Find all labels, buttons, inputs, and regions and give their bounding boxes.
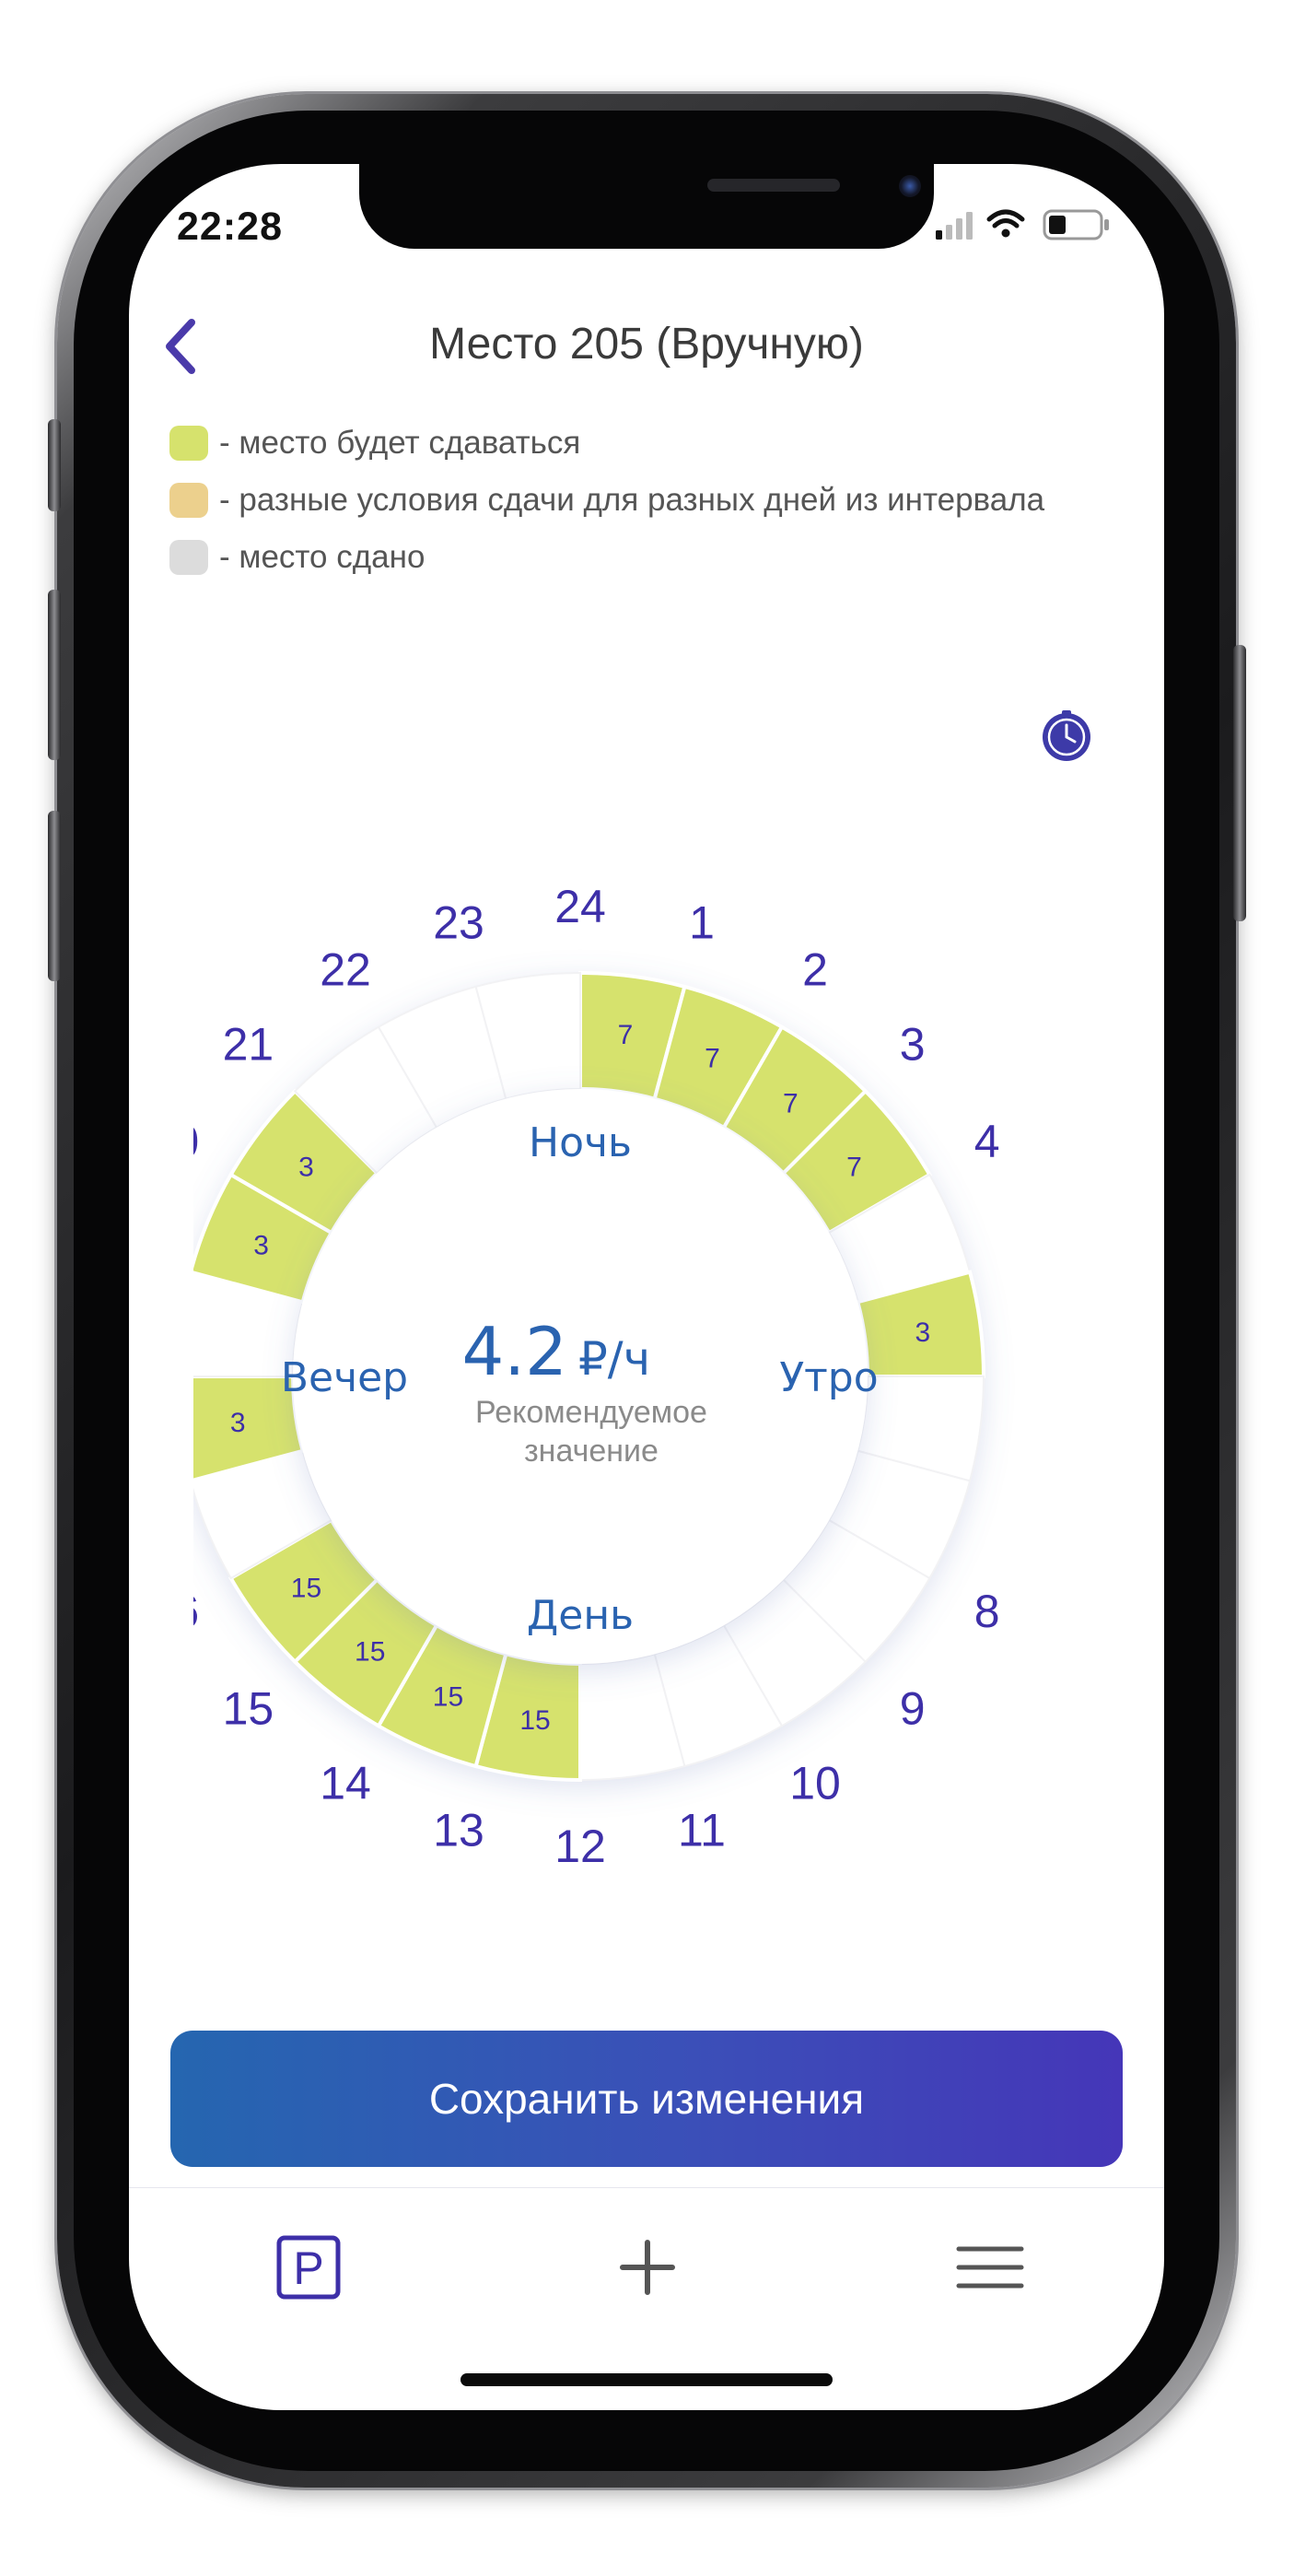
- hour-tick-label: 4: [974, 1116, 1000, 1167]
- hour-tick-label: 22: [320, 943, 371, 995]
- legend-label: - место будет сдаваться: [219, 425, 581, 461]
- segment-price-label: 7: [783, 1088, 799, 1118]
- side-button-volume-down: [48, 811, 61, 981]
- hour-tick-label: 24: [554, 881, 606, 932]
- tab-parking[interactable]: P: [267, 2226, 350, 2309]
- segment-price-label: 15: [291, 1573, 321, 1603]
- tab-bar-divider: [129, 2187, 1164, 2188]
- side-button-mute: [48, 419, 61, 511]
- hour-dial-svg: 7777315151515333241234567891011121314151…: [129, 881, 1063, 1872]
- parking-letter: P: [293, 2242, 323, 2294]
- parking-icon: P: [276, 2235, 341, 2300]
- hour-tick-label: 14: [320, 1758, 371, 1809]
- save-changes-button[interactable]: Сохранить изменения: [170, 2031, 1123, 2167]
- segment-price-label: 3: [915, 1317, 930, 1348]
- legend-swatch-available: [169, 426, 208, 461]
- period-night-label: Ночь: [529, 1119, 632, 1166]
- hour-tick-label: 16: [193, 1586, 199, 1637]
- hour-dial: 7777315151515333241234567891011121314151…: [129, 754, 1063, 1970]
- front-camera: [899, 175, 921, 197]
- hour-tick-label: 23: [433, 896, 484, 948]
- legend-item-rented: - место сдано: [169, 529, 1044, 586]
- home-indicator: [460, 2373, 833, 2386]
- period-morning-label: Утро: [779, 1354, 878, 1401]
- signal-wifi-battery-icons: [936, 209, 1109, 240]
- clock-icon: [1043, 710, 1090, 761]
- segment-price-label: 3: [298, 1153, 314, 1183]
- hour-tick-label: 1: [689, 896, 715, 948]
- price-unit: ₽/ч: [578, 1332, 650, 1386]
- legend-item-mixed: - разные условия сдачи для разных дней и…: [169, 472, 1044, 529]
- plus-icon: [620, 2240, 675, 2295]
- notch: [359, 164, 934, 249]
- hour-tick-label: 11: [678, 1805, 726, 1856]
- segment-price-label: 15: [355, 1637, 385, 1668]
- hour-tick-label: 3: [900, 1018, 926, 1070]
- side-button-volume-up: [48, 590, 61, 760]
- period-evening-label: Вечер: [281, 1354, 408, 1401]
- period-day-label: День: [527, 1592, 634, 1639]
- tab-add[interactable]: [606, 2226, 689, 2309]
- segment-price-label: 3: [253, 1230, 269, 1260]
- legend-label: - разные условия сдачи для разных дней и…: [219, 482, 1045, 518]
- legend-swatch-rented: [169, 540, 208, 575]
- hour-tick-label: 2: [802, 943, 828, 995]
- legend-label: - место сдано: [219, 539, 426, 575]
- segment-price-label: 7: [846, 1153, 862, 1183]
- side-button-power: [1233, 645, 1246, 921]
- hour-tick-label: 15: [223, 1683, 274, 1735]
- status-indicators: [936, 206, 1120, 243]
- segment-price-label: 7: [705, 1044, 720, 1074]
- page-title: Место 205 (Вручную): [429, 320, 864, 369]
- segment-price-label: 15: [519, 1705, 550, 1736]
- hour-tick-label: 21: [223, 1018, 274, 1070]
- segment-price-label: 3: [230, 1408, 246, 1438]
- hour-tick-label: 9: [900, 1683, 926, 1735]
- legend: - место будет сдаваться - разные условия…: [169, 415, 1044, 586]
- hour-tick-label: 13: [433, 1805, 484, 1856]
- hour-tick-label: 12: [554, 1821, 606, 1872]
- segment-price-label: 15: [433, 1681, 463, 1712]
- hamburger-menu-icon: [956, 2246, 1024, 2289]
- clock-button[interactable]: [1039, 708, 1094, 763]
- price-caption-line2: значение: [524, 1434, 659, 1469]
- segment-price-label: 7: [618, 1020, 634, 1050]
- hour-tick-label: 7: [1021, 1472, 1022, 1524]
- price-caption-line1: Рекомендуемое: [475, 1395, 707, 1430]
- hour-tick-label: 10: [789, 1758, 841, 1809]
- hour-tick-label: 20: [193, 1116, 199, 1167]
- legend-swatch-mixed: [169, 483, 208, 518]
- price-value: 4.2: [461, 1313, 567, 1390]
- hour-tick-label: 5: [1021, 1229, 1022, 1281]
- app-screen: 22:28 Место 205 (Вручную) - место будет …: [129, 164, 1164, 2410]
- earpiece-speaker: [707, 179, 840, 192]
- tab-menu[interactable]: [949, 2226, 1032, 2309]
- status-time: 22:28: [177, 205, 283, 249]
- legend-item-available: - место будет сдаваться: [169, 415, 1044, 472]
- hour-tick-label: 8: [974, 1586, 1000, 1637]
